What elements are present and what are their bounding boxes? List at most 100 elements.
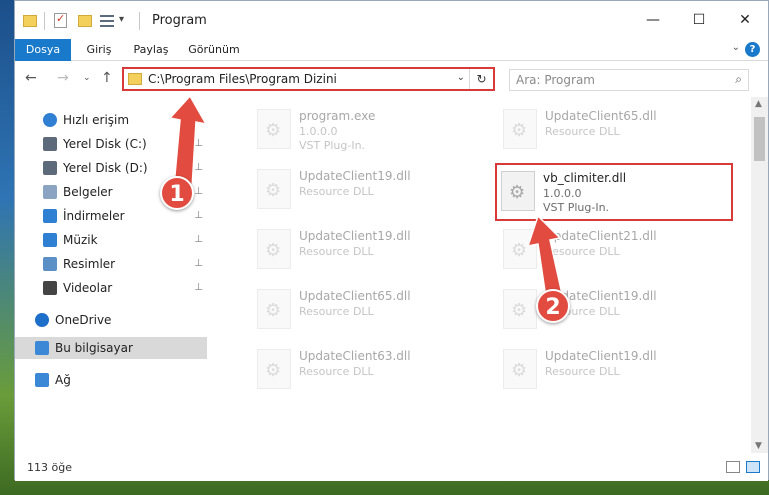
help-icon[interactable]: ? [745, 42, 760, 57]
pin-icon[interactable]: ⊥ [194, 210, 203, 221]
dll-file-icon [257, 229, 291, 269]
music-icon [43, 233, 57, 247]
sidebar-item-5[interactable]: Müzik ⊥ [15, 229, 207, 251]
file-item[interactable]: UpdateClient19.dllResource DLL [249, 223, 485, 275]
quick-access-dropdown-icon[interactable]: ▾ [119, 14, 124, 30]
file-item[interactable]: UpdateClient19.dllResource DLL [495, 283, 731, 335]
file-name: program.exe [299, 109, 376, 123]
sidebar-item-9[interactable]: Bu bilgisayar [15, 337, 207, 359]
file-name: UpdateClient63.dll [299, 349, 411, 363]
navigation-pane: Hızlı erişim Yerel Disk (C:) ⊥ Yerel Disk (… [15, 97, 215, 453]
chevron-down-icon[interactable]: ⌄ [457, 72, 465, 83]
pin-icon[interactable]: ⊥ [194, 138, 203, 149]
back-button[interactable]: ← [25, 70, 37, 86]
file-name: UpdateClient21.dll [545, 229, 657, 243]
dll-file-icon [257, 169, 291, 209]
file-item[interactable]: program.exe 1.0.0.0VST Plug-In. [249, 103, 485, 155]
dll-file-icon [257, 109, 291, 149]
sidebar-item-label: Belgeler [63, 185, 113, 199]
view-line [100, 15, 114, 17]
navigation-bar: ← → ⌄ ↑ C:\Program Files\Program Dizini … [15, 61, 768, 97]
computer-icon [35, 341, 49, 355]
chevron-down-icon[interactable]: ⌄ [732, 42, 740, 53]
star-icon [43, 113, 57, 127]
search-placeholder: Ara: Program [516, 73, 595, 87]
file-detail: VST Plug-In. [299, 139, 366, 152]
pin-icon[interactable]: ⊥ [194, 234, 203, 245]
vertical-scrollbar[interactable]: ▲ ▼ [751, 97, 768, 453]
pin-icon[interactable]: ⊥ [194, 282, 203, 293]
item-count: 113 öğe [27, 461, 72, 474]
file-item[interactable]: vb_climiter.dll 1.0.0.0VST Plug-In. [495, 163, 733, 221]
close-button[interactable]: ✕ [722, 1, 768, 39]
file-item[interactable]: UpdateClient21.dll Resource DLL [495, 223, 731, 275]
details-view-icon[interactable] [726, 461, 740, 473]
file-item[interactable]: UpdateClient65.dll Resource DLL [495, 103, 731, 155]
sidebar-item-label: Yerel Disk (D:) [63, 161, 148, 175]
properties-icon[interactable] [54, 12, 67, 28]
pin-icon[interactable]: ⊥ [194, 162, 203, 173]
maximize-button[interactable]: ☐ [676, 1, 722, 39]
sidebar-item-0[interactable]: Hızlı erişim [15, 109, 207, 131]
file-detail: Resource DLL [545, 125, 620, 138]
file-detail: VST Plug-In. [543, 201, 610, 214]
sidebar-item-label: Hızlı erişim [63, 113, 130, 127]
minimize-button[interactable]: — [630, 1, 676, 39]
annotation-badge-2: 2 [536, 289, 570, 323]
tab-home[interactable]: Giriş [81, 39, 117, 61]
file-name: vb_climiter.dll [543, 171, 627, 185]
sidebar-item-label: Bu bilgisayar [55, 341, 133, 355]
sidebar-item-10[interactable]: Ağ [15, 369, 207, 391]
address-path[interactable]: C:\Program Files\Program Dizini [148, 72, 337, 86]
file-item[interactable]: UpdateClient63.dll Resource DLL [249, 343, 485, 395]
pin-icon[interactable]: ⊥ [194, 186, 203, 197]
scroll-up-icon[interactable]: ▲ [755, 99, 762, 109]
dll-file-icon [257, 289, 291, 329]
tab-file[interactable]: Dosya [15, 39, 71, 61]
network-icon [35, 373, 49, 387]
sidebar-item-8[interactable]: OneDrive [15, 309, 207, 331]
refresh-button[interactable]: ↻ [469, 69, 493, 89]
sidebar-item-label: Yerel Disk (C:) [63, 137, 147, 151]
drive-icon [43, 161, 57, 175]
cloud-icon [35, 313, 49, 327]
sidebar-item-7[interactable]: Videolar ⊥ [15, 277, 207, 299]
search-icon[interactable]: ⌕ [735, 72, 742, 87]
tab-view[interactable]: Görünüm [185, 39, 243, 61]
dll-file-icon [503, 349, 537, 389]
file-item[interactable]: UpdateClient65.dll Resource DLL [249, 283, 485, 335]
sidebar-item-6[interactable]: Resimler ⊥ [15, 253, 207, 275]
up-button[interactable]: ↑ [101, 70, 113, 86]
new-folder-icon[interactable] [78, 15, 92, 27]
file-detail: 1.0.0.0 [543, 187, 582, 200]
large-icons-view-icon[interactable] [746, 461, 760, 473]
file-detail: Resource DLL [299, 305, 374, 318]
address-bar[interactable]: C:\Program Files\Program Dizini ⌄ ↻ [122, 67, 495, 91]
recent-locations-button[interactable]: ⌄ [83, 73, 91, 83]
file-detail: Resource DLL [299, 245, 374, 258]
file-item[interactable]: UpdateClient19.dllResource DLL [495, 343, 731, 395]
search-input[interactable]: Ara: Program ⌕ [509, 69, 749, 91]
explorer-window: ▾ Program — ☐ ✕ Dosya Giriş Paylaş Görün… [14, 0, 769, 481]
ribbon-tabs: Dosya Giriş Paylaş Görünüm ⌄ ? [15, 39, 768, 61]
file-item[interactable]: UpdateClient19.dll Resource DLL [249, 163, 485, 215]
dll-file-icon [503, 229, 537, 269]
sidebar-item-label: Videolar [63, 281, 113, 295]
tab-share[interactable]: Paylaş [131, 39, 171, 61]
sidebar-item-label: İndirmeler [63, 209, 125, 223]
file-detail: Resource DLL [299, 185, 374, 198]
pin-icon[interactable]: ⊥ [194, 258, 203, 269]
sidebar-item-label: Müzik [63, 233, 98, 247]
file-list: program.exe1.0.0.0VST Plug-In.UpdateClie… [225, 97, 745, 453]
sidebar-item-1[interactable]: Yerel Disk (C:) ⊥ [15, 133, 207, 155]
pictures-icon [43, 257, 57, 271]
view-line [100, 20, 114, 22]
download-icon [43, 209, 57, 223]
file-name: UpdateClient65.dll [545, 109, 657, 123]
file-name: UpdateClient19.dll [299, 169, 411, 183]
view-options-icon[interactable] [100, 14, 114, 28]
toolbar-separator [44, 12, 45, 30]
scroll-thumb[interactable] [754, 117, 765, 161]
forward-button[interactable]: → [57, 70, 69, 86]
scroll-down-icon[interactable]: ▼ [755, 441, 762, 451]
